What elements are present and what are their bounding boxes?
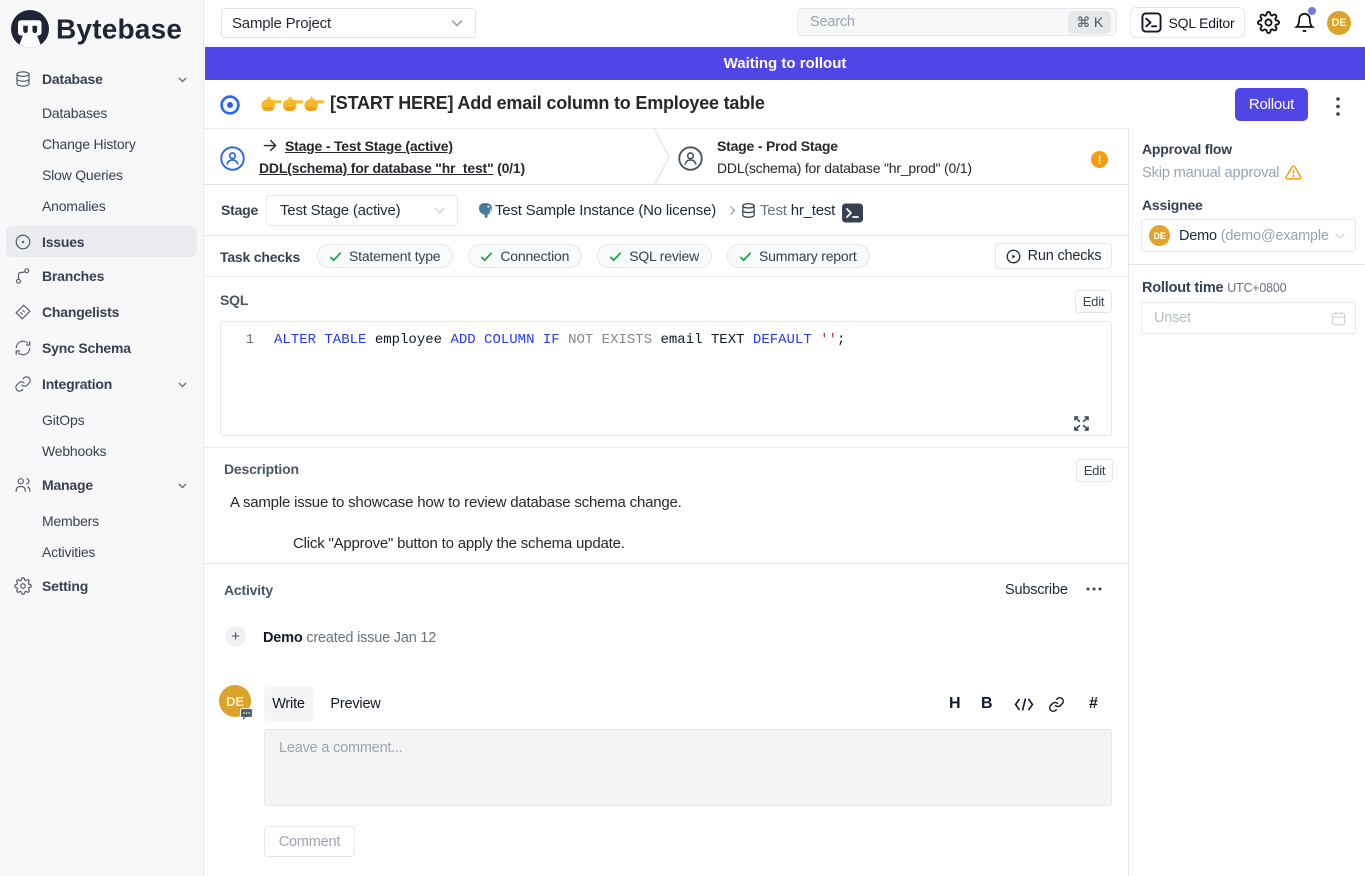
svg-text:Bytebase: Bytebase xyxy=(56,14,182,45)
